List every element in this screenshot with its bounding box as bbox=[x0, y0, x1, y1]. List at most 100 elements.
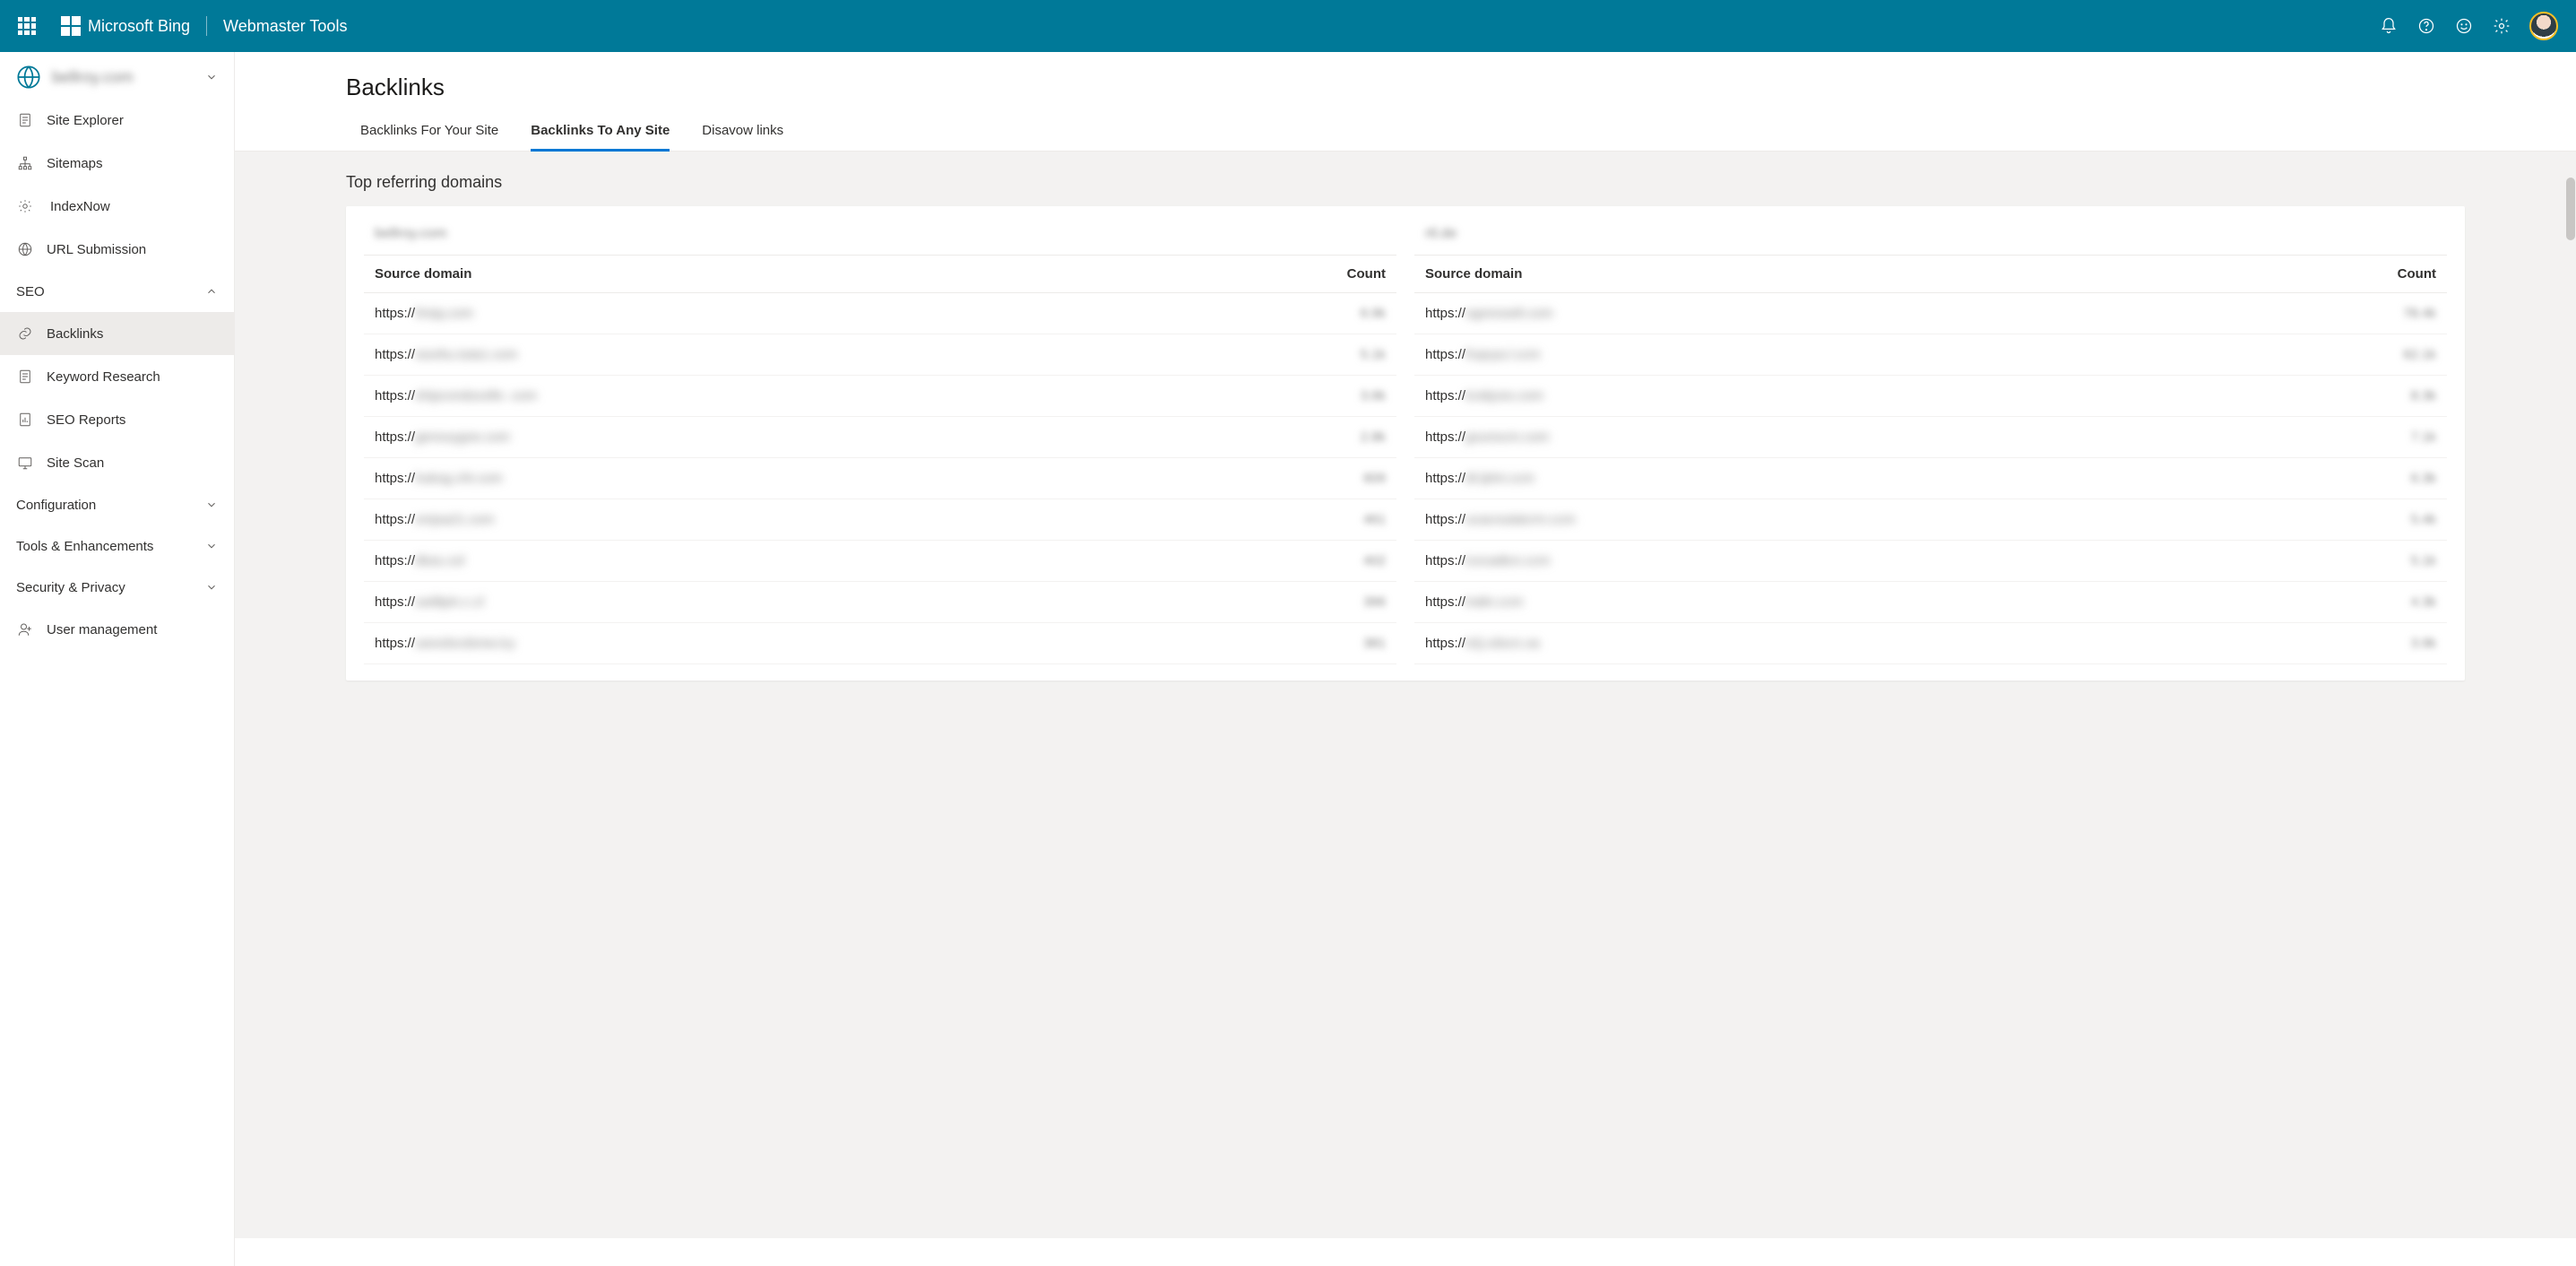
chevron-down-icon bbox=[205, 540, 218, 552]
sidebar-item-seo-reports[interactable]: SEO Reports bbox=[0, 398, 234, 441]
brand: Microsoft Bing Webmaster Tools bbox=[88, 16, 347, 36]
sidebar-section-configuration[interactable]: Configuration bbox=[0, 484, 234, 525]
url-prefix: https:// bbox=[1425, 306, 1465, 321]
count-blurred: 5.1k bbox=[1314, 347, 1386, 362]
count-blurred: 7.1k bbox=[2364, 429, 2436, 445]
sidebar-item-label: Sitemaps bbox=[47, 156, 103, 171]
sidebar-section-security[interactable]: Security & Privacy bbox=[0, 567, 234, 608]
url-prefix: https:// bbox=[375, 471, 415, 486]
microsoft-logo-icon bbox=[61, 16, 81, 36]
brand-divider bbox=[206, 16, 207, 36]
table-row[interactable]: https://hukog.cht.com609 bbox=[364, 458, 1396, 499]
app-launcher-icon[interactable] bbox=[18, 17, 36, 35]
domain-blurred: ssorku.tuta1.com bbox=[415, 347, 517, 362]
table-row[interactable]: https://shipcondocello .com3.6k bbox=[364, 376, 1396, 417]
col-count: Count bbox=[2364, 266, 2436, 282]
url-prefix: https:// bbox=[375, 512, 415, 527]
count-blurred: 461 bbox=[1314, 512, 1386, 527]
count-blurred: 609 bbox=[1314, 471, 1386, 486]
page-title: Backlinks bbox=[235, 74, 2576, 110]
domain-blurred: genoxygne.com bbox=[415, 429, 510, 445]
table-row[interactable]: https://genoxygne.com2.8k bbox=[364, 417, 1396, 458]
table-row[interactable]: https://dluiu.col402 bbox=[364, 541, 1396, 582]
tabs: Backlinks For Your Site Backlinks To Any… bbox=[235, 110, 2576, 152]
domain-blurred: shipcondocello .com bbox=[415, 388, 537, 403]
user-avatar[interactable] bbox=[2529, 12, 2558, 40]
right-column-title: rtl.de bbox=[1414, 222, 2447, 255]
domain-blurred: tclj.cdocn.xa bbox=[1465, 636, 1540, 651]
sidebar-item-site-explorer[interactable]: Site Explorer bbox=[0, 102, 234, 142]
table-row[interactable]: https://5mjq.com6.9k bbox=[364, 293, 1396, 334]
domain-blurred: fcqoya.l.ccm bbox=[1465, 347, 1540, 362]
table-row[interactable]: https://dt.lphri.ccm6.3k bbox=[1414, 458, 2447, 499]
count-blurred: 402 bbox=[1314, 553, 1386, 568]
table-header: Source domain Count bbox=[364, 255, 1396, 293]
sidebar-item-label: SEO Reports bbox=[47, 412, 125, 428]
table-row[interactable]: https://uwxolocdonw.icy381 bbox=[364, 623, 1396, 664]
sidebar-section-seo[interactable]: SEO bbox=[0, 271, 234, 312]
brand-microsoft-bing: Microsoft Bing bbox=[88, 17, 190, 36]
domain-blurred: tralin.ccm bbox=[1465, 594, 1523, 610]
domain-blurred: 5mjq.com bbox=[415, 306, 473, 321]
sidebar-item-sitemaps[interactable]: Sitemaps bbox=[0, 142, 234, 185]
user-icon bbox=[16, 620, 34, 638]
sidebar-section-tools[interactable]: Tools & Enhancements bbox=[0, 525, 234, 567]
tab-backlinks-to-any-site[interactable]: Backlinks To Any Site bbox=[531, 116, 670, 152]
url-prefix: https:// bbox=[1425, 471, 1465, 486]
domain-blurred: xmjsa21.com bbox=[415, 512, 494, 527]
table-row[interactable]: https://tclj.cdocn.xa3.9k bbox=[1414, 623, 2447, 664]
sidebar-item-user-management[interactable]: User management bbox=[0, 608, 234, 651]
settings-gear-icon[interactable] bbox=[2483, 7, 2520, 45]
notifications-icon[interactable] bbox=[2370, 7, 2407, 45]
brand-webmaster-tools: Webmaster Tools bbox=[223, 17, 347, 36]
count-blurred: 5.4k bbox=[2364, 512, 2436, 527]
count-blurred: 62.1k bbox=[2364, 347, 2436, 362]
count-blurred: 2.8k bbox=[1314, 429, 1386, 445]
table-row[interactable]: https://ssorku.tuta1.com5.1k bbox=[364, 334, 1396, 376]
domain-blurred: ucacnutatcrrn.ccm bbox=[1465, 512, 1576, 527]
domain-blurred: gxunocm.com bbox=[1465, 429, 1549, 445]
top-header: Microsoft Bing Webmaster Tools bbox=[0, 0, 2576, 52]
site-name: bellroy.com bbox=[52, 68, 194, 87]
sidebar-item-keyword-research[interactable]: Keyword Research bbox=[0, 355, 234, 398]
url-prefix: https:// bbox=[375, 306, 415, 321]
sidebar-nav: URL Inspection Site Explorer Sitemaps In… bbox=[0, 102, 234, 1266]
table-row[interactable]: https://tcokjces.com8.3k bbox=[1414, 376, 2447, 417]
main-content: Backlinks Backlinks For Your Site Backli… bbox=[235, 52, 2576, 1266]
url-prefix: https:// bbox=[1425, 388, 1465, 403]
tab-disavow-links[interactable]: Disavow links bbox=[702, 116, 783, 151]
sidebar-item-label: Site Explorer bbox=[47, 113, 124, 128]
left-column: bellroy.com Source domain Count https://… bbox=[364, 222, 1396, 664]
site-picker[interactable]: bellroy.com bbox=[0, 52, 234, 102]
sidebar-item-site-scan[interactable]: Site Scan bbox=[0, 441, 234, 484]
table-row[interactable]: https://fcqoya.l.ccm62.1k bbox=[1414, 334, 2447, 376]
count-blurred: 3.6k bbox=[1314, 388, 1386, 403]
section-title: Top referring domains bbox=[235, 169, 2576, 206]
sidebar-section-label: Security & Privacy bbox=[16, 580, 125, 595]
count-blurred: 5.1k bbox=[2364, 553, 2436, 568]
table-row[interactable]: https://icxcadtcn.ccm5.1k bbox=[1414, 541, 2447, 582]
count-blurred: 8.3k bbox=[2364, 388, 2436, 403]
table-row[interactable]: https://uwiltpin.c.cl396 bbox=[364, 582, 1396, 623]
table-row[interactable]: https://ogonoselt.com78.4k bbox=[1414, 293, 2447, 334]
table-row[interactable]: https://tralin.ccm4.3k bbox=[1414, 582, 2447, 623]
help-icon[interactable] bbox=[2407, 7, 2445, 45]
sidebar: bellroy.com URL Inspection Site Explorer… bbox=[0, 52, 235, 1266]
table-row[interactable]: https://gxunocm.com7.1k bbox=[1414, 417, 2447, 458]
chevron-up-icon bbox=[205, 285, 218, 298]
sidebar-item-backlinks[interactable]: Backlinks bbox=[0, 312, 234, 355]
scrollbar[interactable] bbox=[2565, 178, 2576, 1266]
table-row[interactable]: https://ucacnutatcrrn.ccm5.4k bbox=[1414, 499, 2447, 541]
count-blurred: 381 bbox=[1314, 636, 1386, 651]
domain-blurred: dt.lphri.ccm bbox=[1465, 471, 1534, 486]
tab-backlinks-for-your-site[interactable]: Backlinks For Your Site bbox=[360, 116, 498, 151]
sidebar-item-url-submission[interactable]: URL Submission bbox=[0, 228, 234, 271]
sidebar-item-indexnow[interactable]: IndexNow bbox=[0, 185, 234, 228]
table-row[interactable]: https://xmjsa21.com 461 bbox=[364, 499, 1396, 541]
url-prefix: https:// bbox=[375, 553, 415, 568]
sidebar-item-label: Backlinks bbox=[47, 326, 103, 342]
chevron-down-icon bbox=[205, 581, 218, 594]
count-blurred: 396 bbox=[1314, 594, 1386, 610]
feedback-smile-icon[interactable] bbox=[2445, 7, 2483, 45]
col-source-domain: Source domain bbox=[1425, 266, 2364, 282]
